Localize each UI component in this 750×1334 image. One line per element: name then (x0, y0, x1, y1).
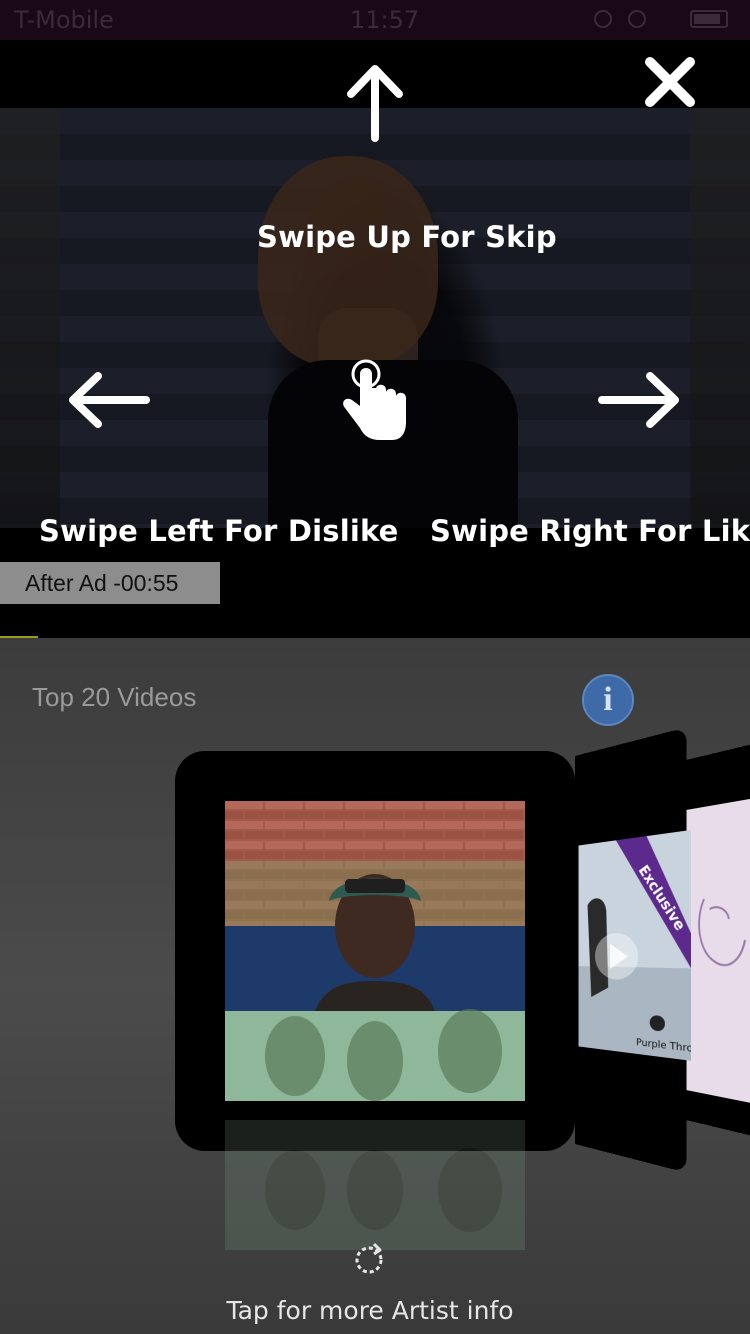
sketch-figure-icon (686, 798, 750, 1103)
arrow-right-icon (596, 370, 682, 430)
featured-card-reflection (225, 1120, 525, 1250)
swipe-right-label: Swipe Right For Like (430, 514, 750, 548)
artist-portrait-art (225, 801, 525, 1101)
video-card-3[interactable] (686, 744, 750, 1136)
arrow-up-icon (346, 62, 404, 142)
status-bar: T-Mobile 11:57 (0, 0, 750, 40)
tap-hand-icon (336, 358, 410, 442)
rotation-lock-icon (594, 10, 612, 28)
top-videos-gallery: Top 20 Videos i Exclusive Purple Throne™ (0, 638, 750, 1334)
ad-countdown: After Ad -00:55 (0, 562, 220, 604)
video-card-featured[interactable] (175, 751, 575, 1151)
swipe-up-label: Swipe Up For Skip (257, 220, 557, 254)
artist-info-link[interactable]: Tap for more Artist info (0, 1296, 740, 1325)
video-card-2-thumbnail: Exclusive Purple Throne™ (579, 830, 692, 1061)
reload-icon[interactable] (352, 1242, 386, 1276)
close-icon[interactable] (640, 52, 700, 112)
video-card-featured-thumbnail (225, 801, 525, 1101)
clock: 11:57 (350, 6, 419, 34)
info-button[interactable]: i (582, 674, 634, 726)
swipe-left-label: Swipe Left For Dislike (39, 514, 399, 548)
gallery-title: Top 20 Videos (32, 682, 196, 713)
battery-icon (690, 10, 728, 28)
video-card-2[interactable]: Exclusive Purple Throne™ (575, 727, 687, 1173)
alarm-icon (628, 10, 646, 28)
carrier-label: T-Mobile (14, 6, 114, 34)
arrow-left-icon (66, 370, 152, 430)
video-dim-overlay (0, 108, 750, 528)
video-card-3-thumbnail (686, 798, 750, 1103)
exclusive-thumbnail-art: Exclusive Purple Throne™ (579, 830, 692, 1061)
